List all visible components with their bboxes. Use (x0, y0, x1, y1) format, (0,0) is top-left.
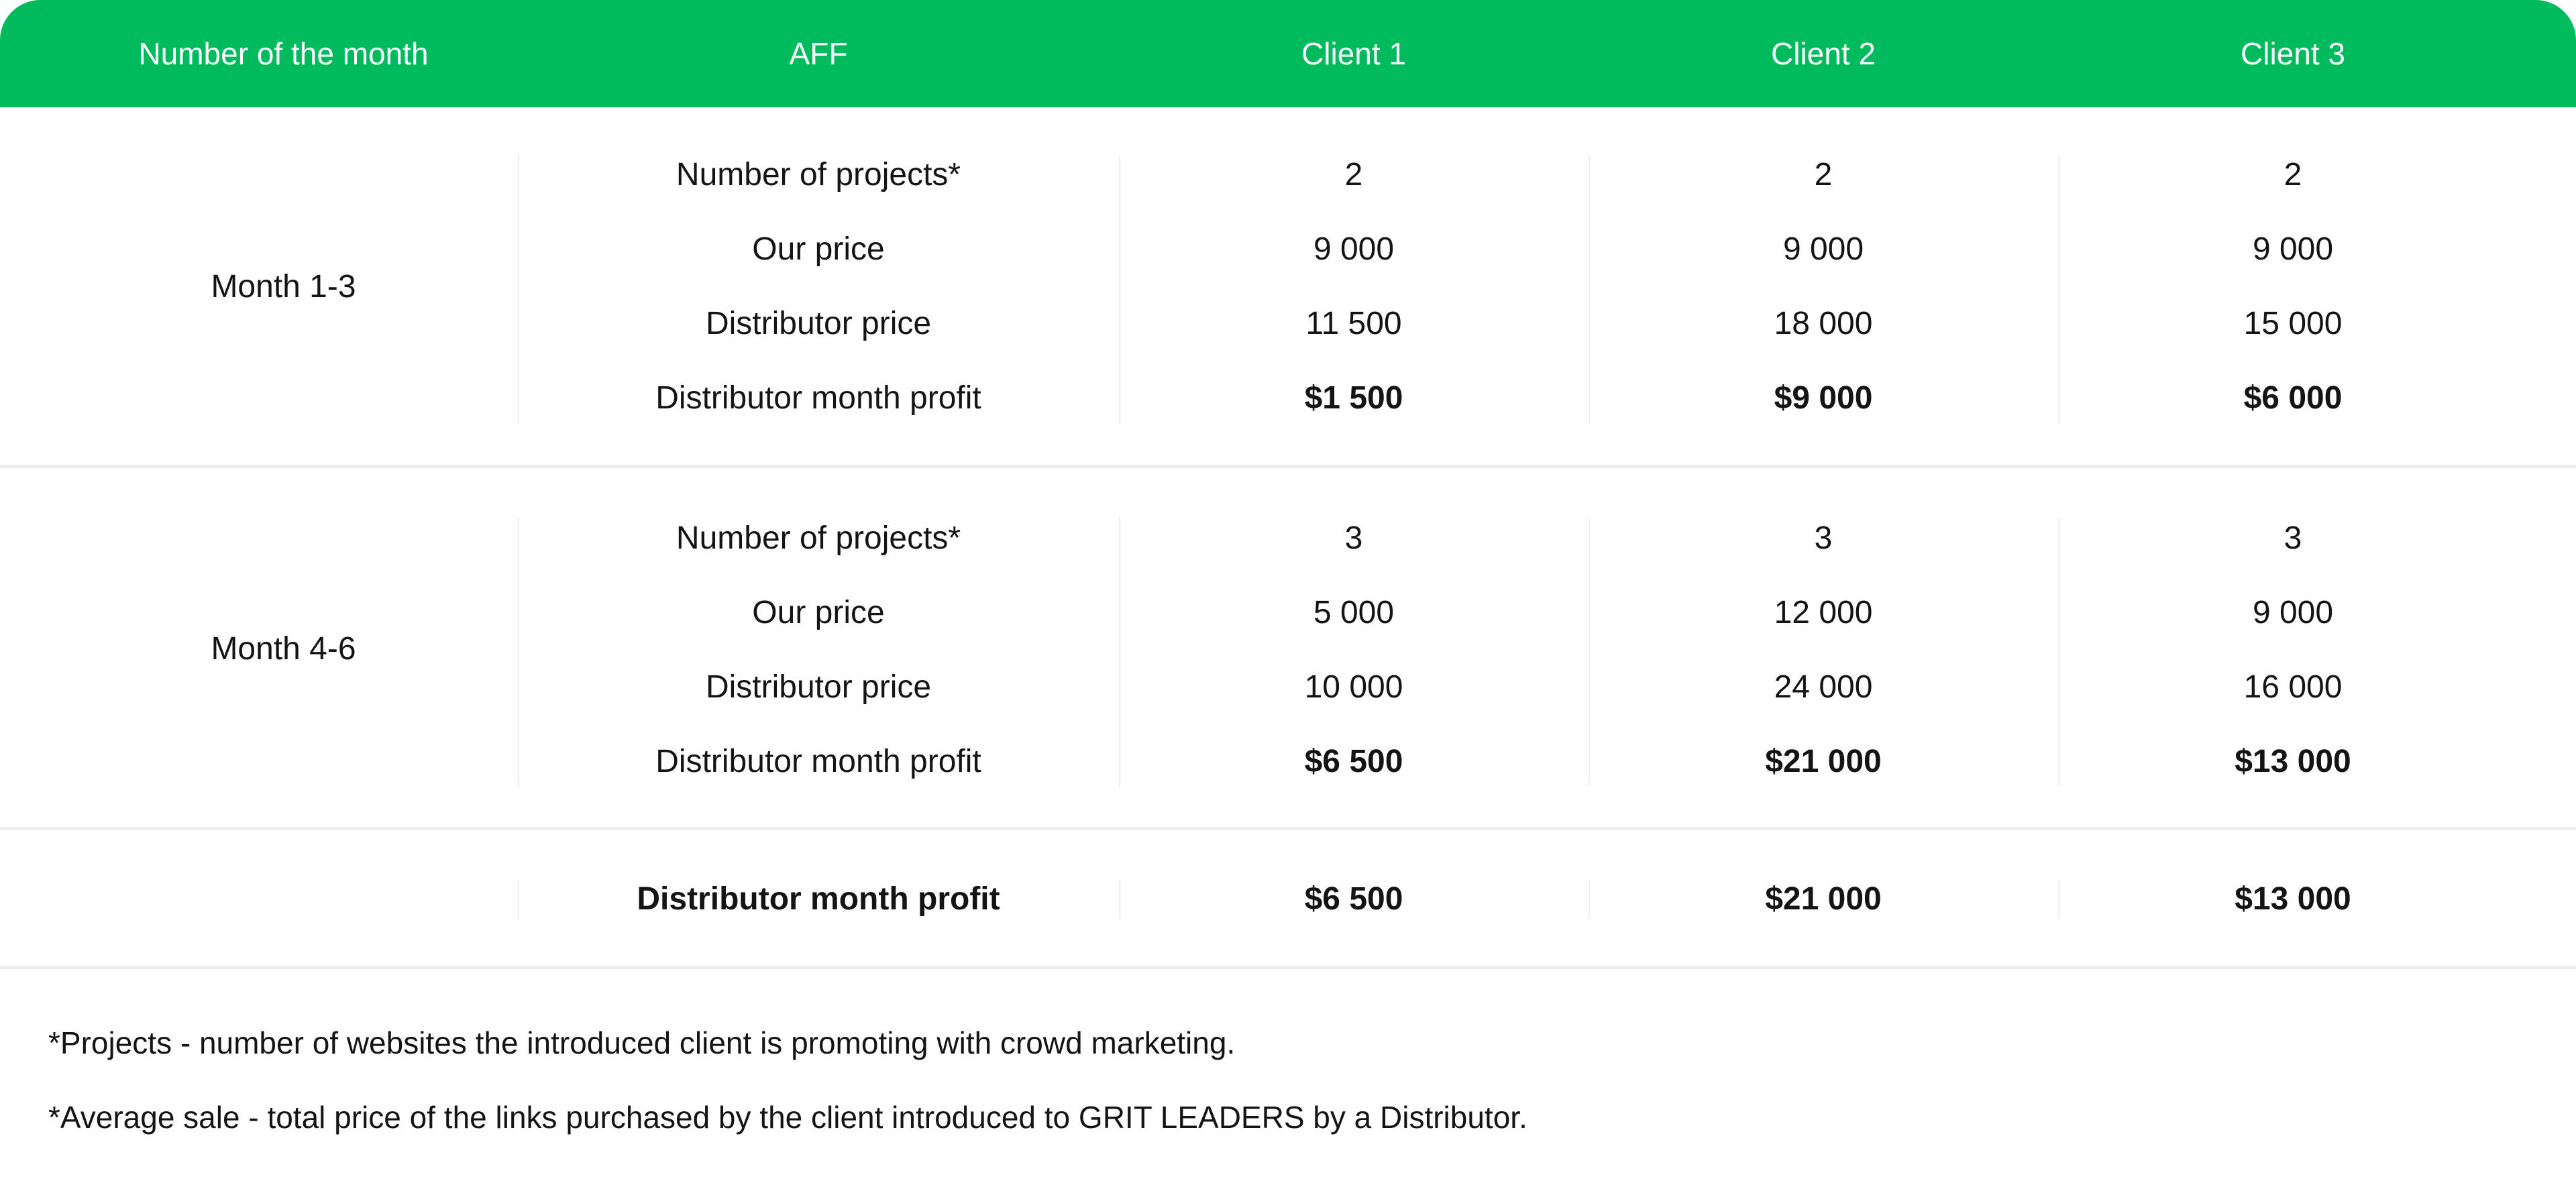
total-label: Distributor month profit (637, 881, 1000, 917)
client-3-profit: $6 000 (2243, 380, 2343, 416)
table-row: Distributor month profit $1 500 $9 000 $… (518, 361, 2528, 435)
client-2-profit: $9 000 (1774, 380, 1873, 416)
row-label: Number of projects* (676, 520, 961, 556)
table-row: Distributor price 10 000 24 000 16 000 (518, 650, 2528, 724)
client-3-value: 2 (2284, 157, 2302, 192)
header-client-1: Client 1 (1301, 36, 1406, 71)
client-3-value: 9 000 (2252, 231, 2334, 267)
row-label: Distributor month profit (655, 744, 981, 779)
row-label: Distributor month profit (655, 380, 981, 416)
header-client-2: Client 2 (1771, 36, 1876, 71)
client-2-total: $21 000 (1765, 881, 1882, 917)
client-1-value: 2 (1344, 157, 1363, 192)
header-aff: AFF (789, 36, 848, 71)
client-1-profit: $1 500 (1304, 380, 1403, 416)
table-row: Number of projects* 2 2 2 (518, 137, 2528, 212)
client-1-value: 10 000 (1304, 669, 1403, 705)
client-3-value: 16 000 (2243, 669, 2343, 705)
table-header: Number of the month AFF Client 1 Client … (0, 0, 2576, 107)
client-2-value: 2 (1814, 157, 1833, 192)
client-2-value: 18 000 (1774, 306, 1873, 341)
month-group: Month 1-3 Number of projects* 2 2 2 Our … (0, 107, 2576, 466)
header-client-3: Client 3 (2241, 36, 2345, 71)
row-label: Our price (752, 595, 885, 630)
group-divider (0, 465, 2576, 468)
client-2-value: 12 000 (1774, 595, 1873, 630)
header-month: Number of the month (138, 36, 429, 71)
month-label: Month 4-6 (211, 631, 356, 667)
client-1-value: 3 (1344, 520, 1363, 556)
total-group: Distributor month profit $6 500 $21 000 … (0, 832, 2576, 966)
table-row: Our price 9 000 9 000 9 000 (518, 212, 2528, 286)
footnotes: *Projects - number of websites the intro… (48, 1006, 1527, 1155)
row-label: Our price (752, 231, 885, 267)
client-2-value: 3 (1814, 520, 1833, 556)
row-label: Distributor price (705, 669, 932, 705)
client-2-value: 24 000 (1774, 669, 1873, 705)
group-divider (0, 966, 2576, 969)
client-1-value: 11 500 (1305, 306, 1402, 341)
client-2-value: 9 000 (1782, 231, 1864, 267)
client-3-profit: $13 000 (2235, 744, 2351, 779)
footnote-average-sale: *Average sale - total price of the links… (48, 1100, 1527, 1135)
table-row: Number of projects* 3 3 3 (518, 501, 2528, 575)
footnote-projects: *Projects - number of websites the intro… (48, 1025, 1236, 1060)
table-row: Our price 5 000 12 000 9 000 (518, 575, 2528, 650)
total-row: Distributor month profit $6 500 $21 000 … (518, 862, 2528, 936)
group-divider (0, 827, 2576, 830)
client-2-profit: $21 000 (1765, 744, 1882, 779)
table-row: Distributor price 11 500 18 000 15 000 (518, 286, 2528, 361)
client-3-value: 3 (2284, 520, 2302, 556)
client-1-value: 5 000 (1313, 595, 1395, 630)
client-1-profit: $6 500 (1304, 744, 1403, 779)
client-3-value: 15 000 (2243, 306, 2343, 341)
month-group: Month 4-6 Number of projects* 3 3 3 Our … (0, 469, 2576, 828)
row-label: Number of projects* (676, 157, 961, 192)
client-3-total: $13 000 (2235, 881, 2351, 917)
row-label: Distributor price (705, 306, 932, 341)
client-3-value: 9 000 (2252, 595, 2334, 630)
month-label: Month 1-3 (211, 269, 356, 304)
table-row: Distributor month profit $6 500 $21 000 … (518, 724, 2528, 799)
client-1-value: 9 000 (1313, 231, 1395, 267)
client-1-total: $6 500 (1304, 881, 1403, 917)
